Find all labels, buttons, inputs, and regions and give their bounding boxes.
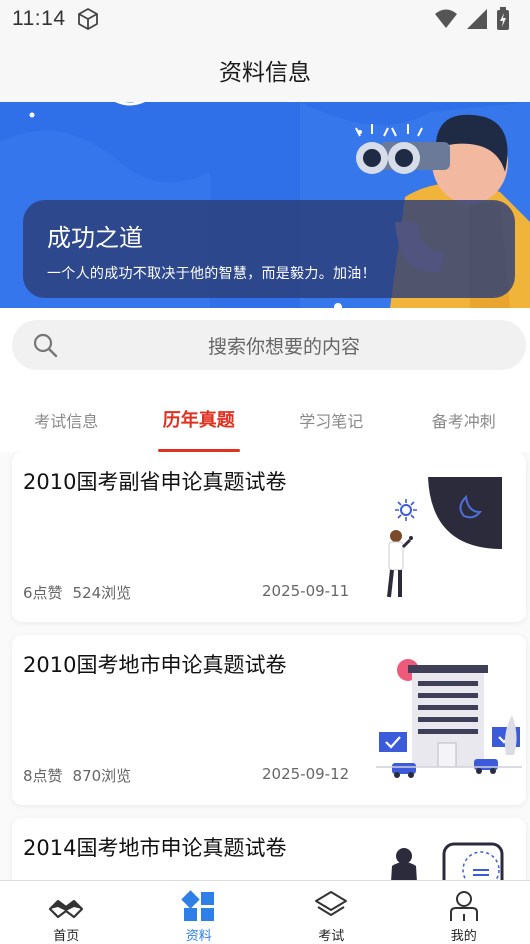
building-check-illustration bbox=[376, 659, 522, 778]
card-title: 2010国考副省申论真题试卷 bbox=[23, 470, 287, 494]
person-night-illustration bbox=[387, 477, 502, 598]
card-stats: 6点赞 524浏览 bbox=[23, 582, 131, 603]
nav-item-exam[interactable]: 考试 bbox=[265, 881, 398, 944]
card-views: 524浏览 bbox=[72, 584, 132, 602]
tab-past-papers[interactable]: 历年真题 bbox=[133, 392, 266, 452]
grid-icon bbox=[181, 890, 214, 921]
banner-card: 成功之道 一个人的成功不取决于他的智慧，而是毅力。加油！ bbox=[23, 200, 515, 298]
nav-item-mine[interactable]: 我的 bbox=[398, 881, 530, 944]
search-placeholder: 搜索你想要的内容 bbox=[207, 335, 360, 358]
tab-exam-info[interactable]: 考试信息 bbox=[0, 392, 133, 452]
search-bar[interactable]: 搜索你想要的内容 bbox=[12, 320, 526, 370]
status-bar: 11:14 bbox=[0, 0, 530, 38]
card-date: 2025-09-12 bbox=[262, 765, 350, 783]
category-tabs: 考试信息 历年真题 学习笔记 备考冲刺 bbox=[0, 392, 530, 452]
nav-label-home: 首页 bbox=[53, 929, 80, 944]
card-likes: 8点赞 bbox=[23, 767, 63, 785]
paper-list: 2010国考副省申论真题试卷 6点赞 524浏览 2025-09-11 2010国… bbox=[0, 452, 530, 880]
card-title: 2010国考地市申论真题试卷 bbox=[23, 653, 287, 677]
person-icon bbox=[449, 891, 478, 921]
status-time: 11:14 bbox=[12, 7, 66, 30]
card-stats: 8点赞 870浏览 bbox=[23, 765, 131, 786]
list-item[interactable]: 2010国考副省申论真题试卷 6点赞 524浏览 2025-09-11 bbox=[12, 452, 526, 622]
title-bar: 资料信息 bbox=[0, 38, 530, 102]
layers-icon bbox=[315, 891, 348, 916]
wifi-icon bbox=[435, 9, 457, 28]
status-indicators bbox=[434, 7, 510, 31]
nav-item-home[interactable]: 首页 bbox=[0, 881, 133, 944]
card-title: 2014国考地市申论真题试卷 bbox=[23, 836, 287, 860]
card-likes: 6点赞 bbox=[23, 584, 63, 602]
tab-exam-sprint[interactable]: 备考冲刺 bbox=[398, 392, 530, 452]
nav-item-materials[interactable]: 资料 bbox=[133, 881, 266, 944]
page-title: 资料信息 bbox=[219, 60, 311, 86]
nav-label-exam: 考试 bbox=[318, 929, 345, 944]
cube-icon bbox=[77, 8, 98, 30]
nav-label-mine: 我的 bbox=[450, 929, 477, 944]
card-views: 870浏览 bbox=[72, 767, 132, 785]
tab-study-notes[interactable]: 学习笔记 bbox=[265, 392, 398, 452]
list-item[interactable]: 2014国考地市申论真题试卷 bbox=[12, 818, 526, 880]
search-icon bbox=[33, 333, 58, 358]
nav-label-materials: 资料 bbox=[185, 929, 212, 944]
banner[interactable]: 成功之道 一个人的成功不取决于他的智慧，而是毅力。加油！ bbox=[0, 102, 530, 308]
signal-icon bbox=[467, 9, 487, 29]
phone-person-illustration bbox=[391, 842, 504, 880]
card-date: 2025-09-11 bbox=[262, 582, 350, 600]
banner-title: 成功之道 bbox=[47, 224, 143, 252]
bottom-nav: 首页 资料 考试 我的 bbox=[0, 880, 530, 944]
home-icon bbox=[49, 899, 84, 919]
list-item[interactable]: 2010国考地市申论真题试卷 8点赞 870浏览 2025-09-12 bbox=[12, 635, 526, 805]
battery-icon bbox=[497, 7, 509, 30]
banner-subtitle: 一个人的成功不取决于他的智慧，而是毅力。加油！ bbox=[47, 266, 376, 282]
